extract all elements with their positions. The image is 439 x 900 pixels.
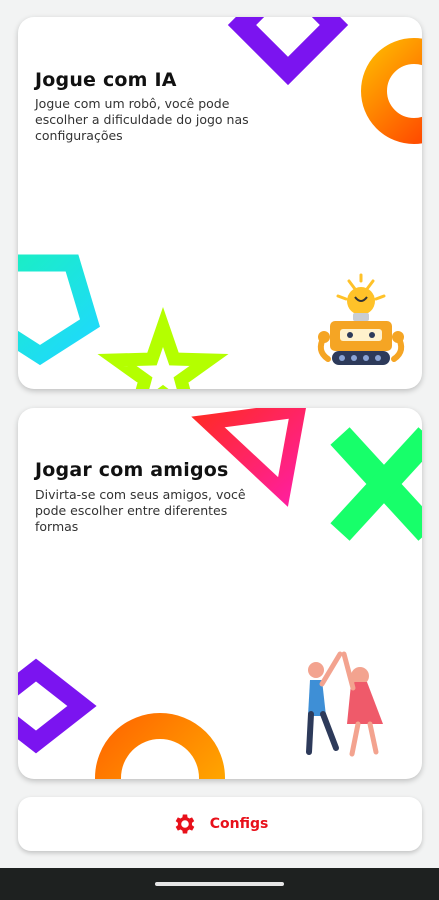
configs-label: Configs [209,816,269,832]
play-with-friends-card[interactable]: Jogar com amigos Divirta-se com seus ami… [18,408,422,779]
card-title: Jogar com amigos [35,459,229,481]
purple-diamond-shape [18,658,97,754]
high-five-icon [306,651,383,757]
card-description: Jogue com um robô, você pode escolher a … [35,96,249,143]
play-with-ai-card[interactable]: Jogue com IA Jogue com um robô, você pod… [18,17,422,389]
orange-ring-shape [95,713,225,779]
cyan-pentagon-shape [18,254,100,366]
configs-button[interactable]: Configs [18,797,422,851]
green-x-shape [330,427,422,541]
lime-star-shape [97,307,229,389]
orange-ring-shape [361,38,422,144]
home-gesture-handle[interactable] [155,882,284,886]
purple-diamond-shape [227,17,349,86]
card-description: Divirta-se com seus amigos, você pode es… [35,487,246,534]
system-navigation-bar [0,868,439,900]
card-title: Jogue com IA [35,69,177,91]
gear-icon [175,814,195,834]
robot-icon [317,273,405,365]
